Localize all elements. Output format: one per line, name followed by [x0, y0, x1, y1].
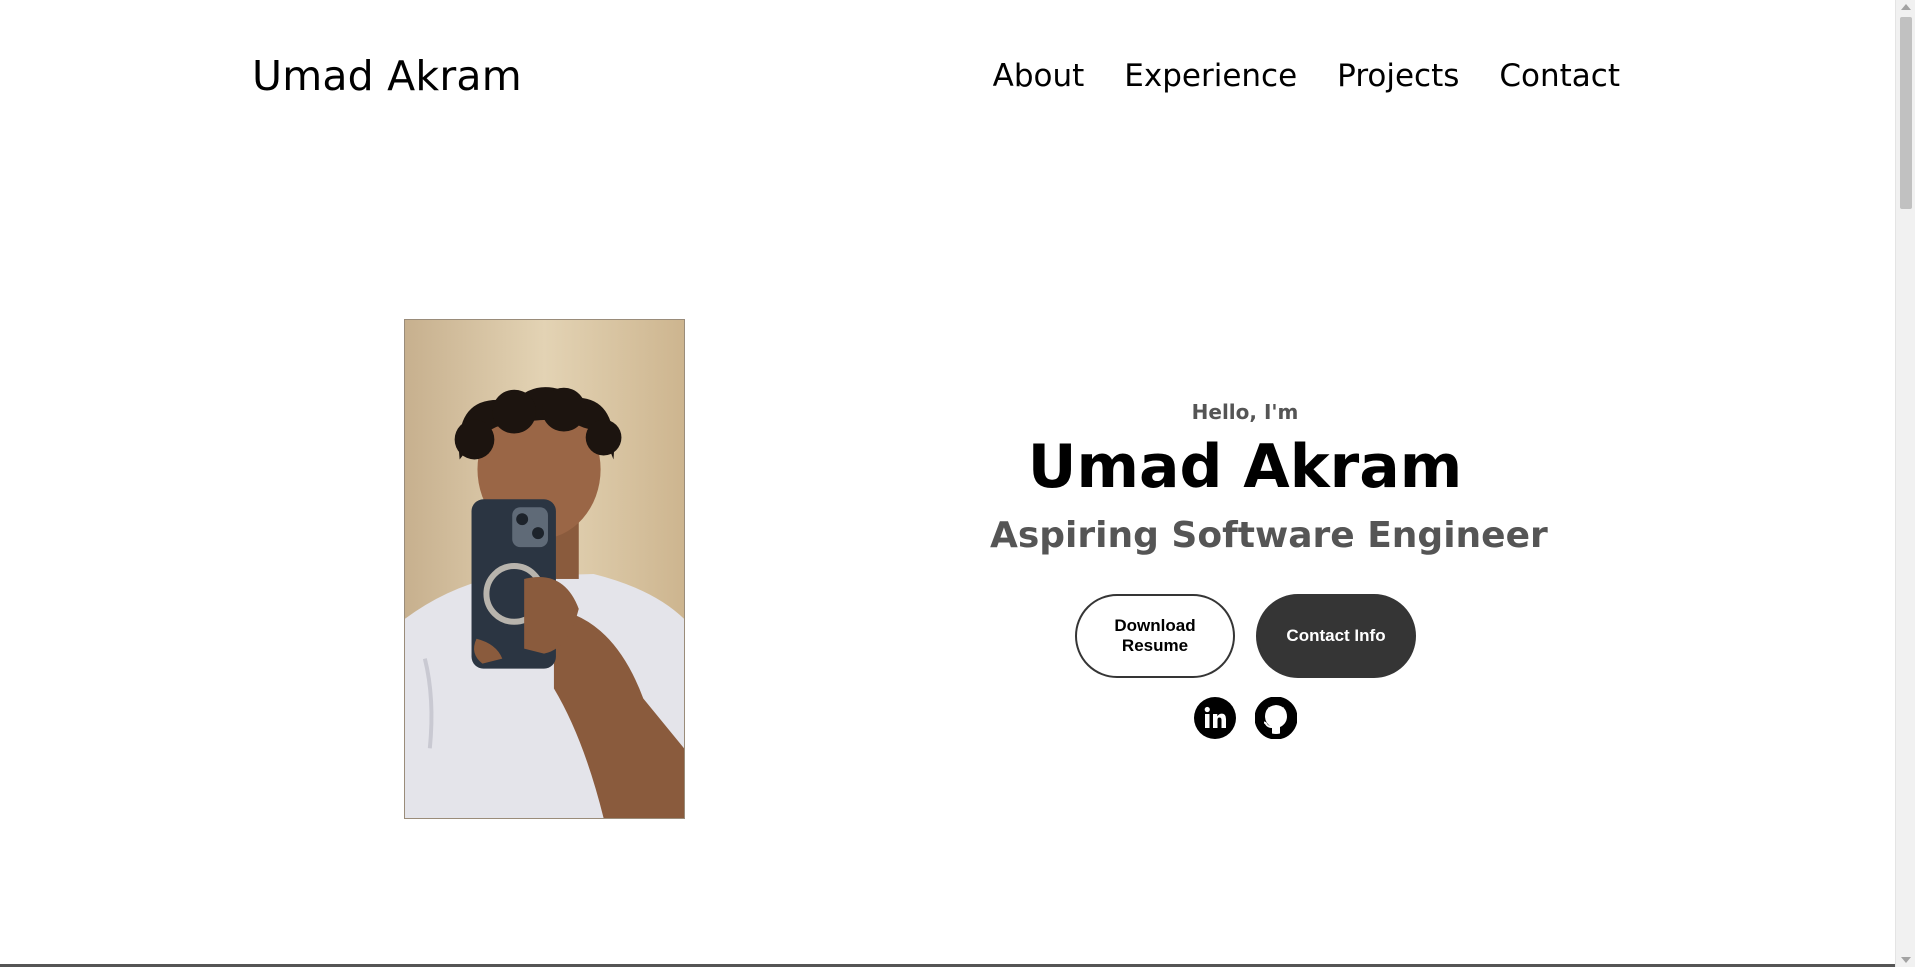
site-logo[interactable]: Umad Akram [252, 52, 522, 100]
download-resume-button[interactable]: Download Resume [1075, 594, 1235, 678]
nav-link-contact[interactable]: Contact [1499, 58, 1620, 94]
github-icon[interactable] [1255, 697, 1297, 739]
scrollbar-thumb[interactable] [1900, 17, 1912, 209]
scroll-down-arrow-icon[interactable] [1901, 957, 1911, 963]
hero-section: Hello, I'm Umad Akram Aspiring Software … [990, 400, 1548, 556]
nav-link-experience[interactable]: Experience [1124, 58, 1297, 94]
hero-title: Aspiring Software Engineer [990, 515, 1548, 556]
profile-photo [404, 319, 685, 819]
main-nav: About Experience Projects Contact [993, 58, 1620, 94]
linkedin-icon[interactable] [1194, 697, 1236, 739]
social-links [1194, 697, 1297, 739]
contact-info-button[interactable]: Contact Info [1256, 594, 1416, 678]
vertical-scrollbar[interactable] [1895, 0, 1915, 967]
nav-link-about[interactable]: About [993, 58, 1085, 94]
scroll-up-arrow-icon[interactable] [1901, 4, 1911, 10]
hero-buttons: Download Resume Contact Info [1075, 594, 1416, 678]
nav-link-projects[interactable]: Projects [1337, 58, 1459, 94]
hero-greeting: Hello, I'm [1191, 400, 1299, 424]
profile-photo-illustration [405, 320, 684, 818]
portfolio-page: Umad Akram About Experience Projects Con… [0, 0, 1895, 967]
hero-name: Umad Akram [1027, 432, 1463, 502]
